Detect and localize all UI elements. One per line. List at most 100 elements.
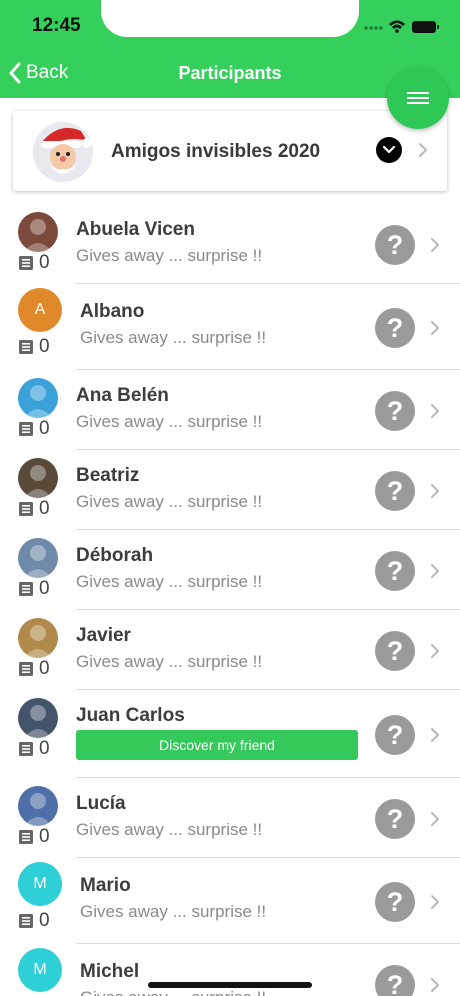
gift-count: 0 bbox=[18, 910, 50, 932]
list-icon bbox=[19, 914, 33, 928]
menu-button[interactable] bbox=[387, 67, 449, 129]
participant-name: Lucía bbox=[76, 793, 126, 814]
participant-row[interactable]: 0 Javier Gives away ... surprise !!? bbox=[0, 610, 460, 690]
participant-row[interactable]: 0 Beatriz Gives away ... surprise !!? bbox=[0, 450, 460, 530]
participant-name: Juan Carlos bbox=[76, 705, 185, 726]
list-icon bbox=[19, 742, 33, 756]
chevron-right-icon bbox=[431, 644, 439, 658]
list-icon bbox=[19, 662, 33, 676]
participant-avatar bbox=[18, 786, 58, 826]
status-icons bbox=[362, 18, 442, 36]
chevron-right-icon bbox=[431, 978, 439, 992]
gift-count: 0 bbox=[18, 418, 50, 440]
participant-avatar bbox=[18, 378, 58, 418]
avatar-initial: A bbox=[34, 301, 46, 318]
gift-count: 0 bbox=[18, 826, 50, 848]
list-icon bbox=[19, 502, 33, 516]
participant-avatar bbox=[18, 212, 58, 252]
question-mark-icon[interactable]: ? bbox=[375, 715, 415, 755]
participant-row[interactable]: 0 Lucía Gives away ... surprise !!? bbox=[0, 778, 460, 858]
question-mark-icon[interactable]: ? bbox=[375, 391, 415, 431]
question-mark-icon[interactable]: ? bbox=[375, 882, 415, 922]
chevron-right-icon bbox=[431, 321, 439, 335]
gift-count-value: 0 bbox=[39, 738, 50, 759]
gift-count-value: 0 bbox=[39, 578, 50, 599]
chevron-right-icon bbox=[419, 143, 427, 157]
question-mark-icon[interactable]: ? bbox=[375, 631, 415, 671]
list-icon bbox=[19, 256, 33, 270]
participant-name: Déborah bbox=[76, 545, 154, 566]
participant-subtitle: Gives away ... surprise !! bbox=[80, 902, 267, 921]
home-indicator bbox=[148, 982, 312, 988]
participant-avatar bbox=[18, 698, 58, 738]
participant-row[interactable]: A 0 Albano Gives away ... surprise !!? bbox=[0, 284, 460, 370]
question-mark-icon[interactable]: ? bbox=[375, 965, 415, 996]
question-mark-icon[interactable]: ? bbox=[375, 308, 415, 348]
participant-subtitle: Gives away ... surprise !! bbox=[80, 988, 266, 996]
participant-row[interactable]: 0 Ana Belén Gives away ... surprise !!? bbox=[0, 370, 460, 450]
gift-count-value: 0 bbox=[39, 826, 50, 847]
device-notch bbox=[101, 0, 359, 37]
list-icon bbox=[19, 340, 33, 354]
question-mark-icon[interactable]: ? bbox=[375, 799, 415, 839]
participant-subtitle: Gives away ... surprise !! bbox=[76, 652, 263, 671]
chevron-right-icon bbox=[431, 564, 439, 578]
chevron-right-icon bbox=[431, 812, 439, 826]
status-time: 12:45 bbox=[32, 15, 81, 36]
gift-count-value: 0 bbox=[39, 336, 50, 357]
question-mark-icon[interactable]: ? bbox=[375, 551, 415, 591]
participant-subtitle: Gives away ... surprise !! bbox=[76, 492, 263, 511]
avatar-initial: M bbox=[33, 961, 47, 978]
avatar-initial: M bbox=[33, 875, 47, 892]
participant-subtitle: Gives away ... surprise !! bbox=[80, 328, 267, 347]
chevron-right-icon bbox=[431, 404, 439, 418]
participant-avatar bbox=[18, 538, 58, 578]
participant-avatar: M bbox=[18, 862, 62, 906]
participant-avatar: A bbox=[18, 288, 62, 332]
participant-row[interactable]: M0MichelGives away ... surprise !!? bbox=[0, 944, 460, 996]
group-name: Amigos invisibles 2020 bbox=[111, 141, 321, 162]
gift-count: 0 bbox=[18, 252, 50, 274]
question-mark-icon[interactable]: ? bbox=[375, 471, 415, 511]
participant-row[interactable]: 0 Abuela Vicen Gives away ... surprise !!? bbox=[0, 204, 460, 284]
chevron-right-icon bbox=[431, 895, 439, 909]
gift-count: 0 bbox=[18, 336, 50, 358]
hamburger-icon bbox=[407, 92, 429, 104]
chevron-right-icon bbox=[431, 728, 439, 742]
participants-screen: 12:45 Back Participants Amigos invisible… bbox=[0, 0, 460, 996]
discover-friend-button[interactable]: Discover my friend bbox=[76, 730, 358, 760]
participant-name: Abuela Vicen bbox=[76, 219, 195, 240]
participant-name: Albano bbox=[80, 301, 145, 322]
participant-name: Mario bbox=[80, 875, 131, 896]
gift-count: 0 bbox=[18, 578, 50, 600]
signal-wifi-battery-icon bbox=[364, 20, 439, 33]
participant-row[interactable]: M 0 Mario Gives away ... surprise !!? bbox=[0, 858, 460, 944]
participant-row[interactable]: 0 Juan Carlos Discover my friend? bbox=[0, 690, 460, 778]
participant-subtitle: Gives away ... surprise !! bbox=[76, 820, 263, 839]
gift-count: 0 bbox=[18, 498, 50, 520]
participant-subtitle: Gives away ... surprise !! bbox=[76, 412, 263, 431]
chevron-down-icon bbox=[382, 145, 396, 154]
question-mark-icon[interactable]: ? bbox=[375, 225, 415, 265]
gift-count: 0 bbox=[18, 738, 50, 760]
list-icon bbox=[19, 582, 33, 596]
gift-count: 0 bbox=[18, 658, 50, 680]
group-dropdown-button[interactable] bbox=[376, 137, 402, 163]
participant-row[interactable]: 0 Déborah Gives away ... surprise !!? bbox=[0, 530, 460, 610]
gift-count-value: 0 bbox=[39, 498, 50, 519]
gift-count-value: 0 bbox=[39, 252, 50, 273]
participant-subtitle: Gives away ... surprise !! bbox=[76, 246, 263, 265]
gift-count-value: 0 bbox=[39, 910, 50, 931]
group-selector-card[interactable]: Amigos invisibles 2020 bbox=[13, 111, 447, 191]
list-icon bbox=[19, 830, 33, 844]
participant-name: Michel bbox=[80, 961, 140, 982]
participant-name: Beatriz bbox=[76, 465, 140, 486]
participant-avatar bbox=[18, 618, 58, 658]
participant-avatar: M bbox=[18, 948, 62, 992]
santa-avatar bbox=[29, 117, 99, 185]
participant-subtitle: Gives away ... surprise !! bbox=[76, 572, 263, 591]
list-icon bbox=[19, 422, 33, 436]
participant-avatar bbox=[18, 458, 58, 498]
gift-count-value: 0 bbox=[39, 418, 50, 439]
chevron-right-icon bbox=[431, 238, 439, 252]
